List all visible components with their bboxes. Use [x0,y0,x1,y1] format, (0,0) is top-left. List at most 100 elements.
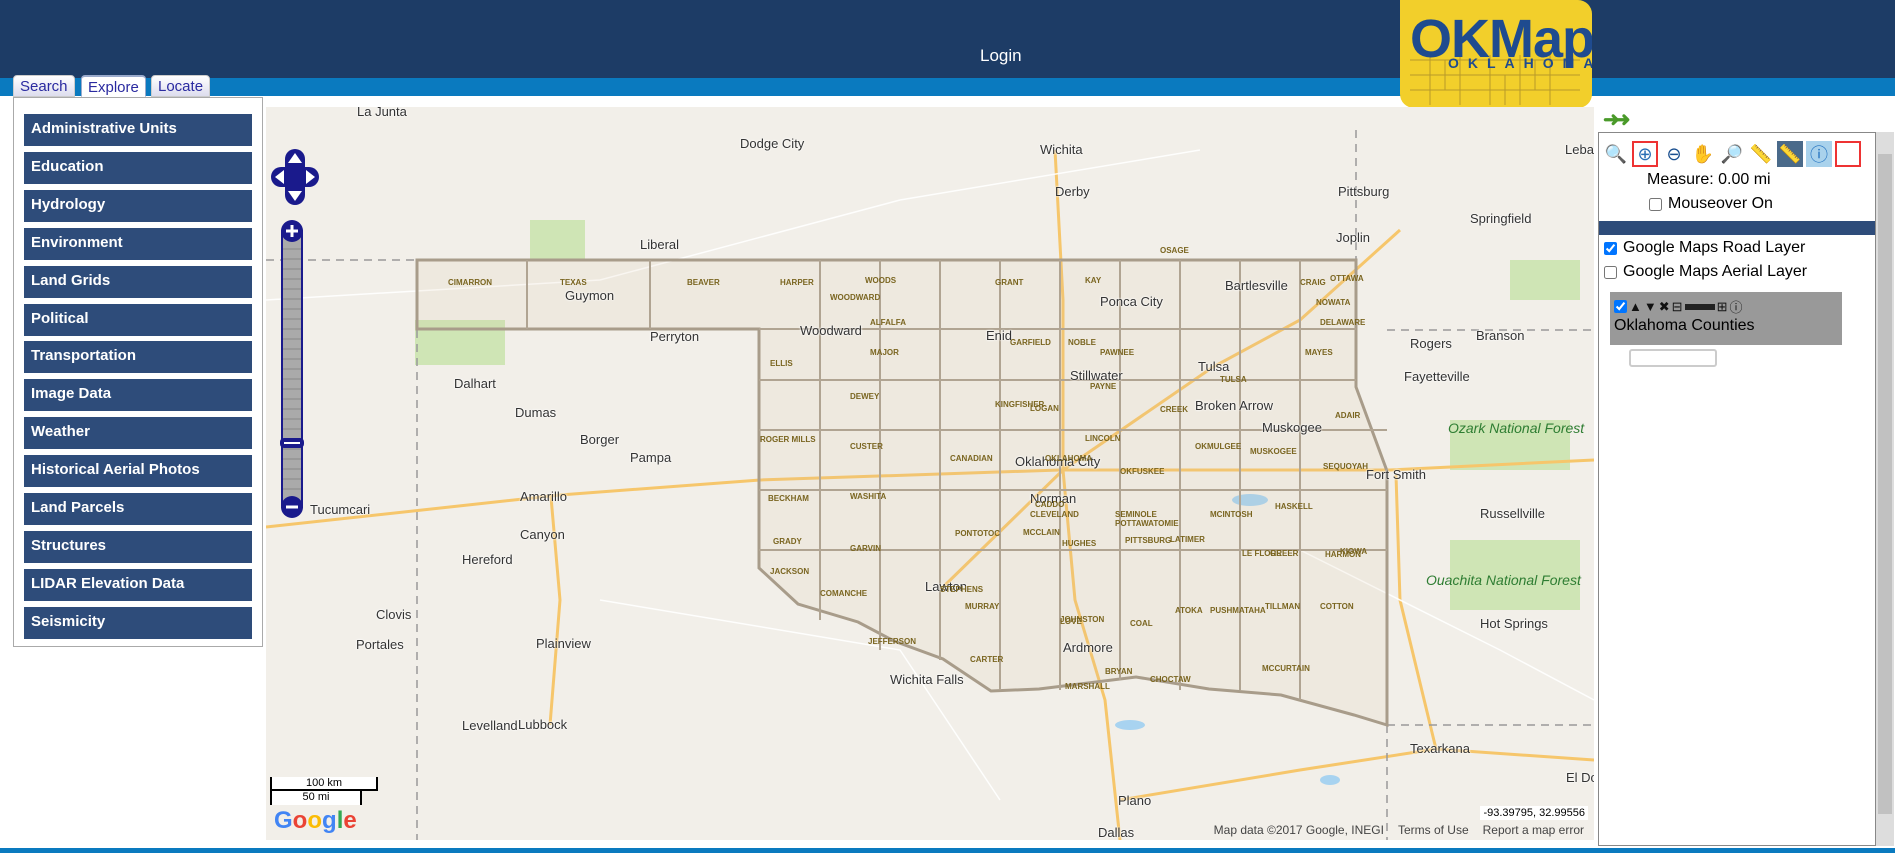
category-land-parcels[interactable]: Land Parcels [24,493,252,525]
county-label: ELLIS [770,359,793,368]
overlay-legend-box [1629,349,1717,367]
opacity-minus-icon[interactable]: ⊟ [1672,299,1683,315]
city-label: Tulsa [1198,359,1230,374]
county-label: HUGHES [1062,539,1097,548]
county-label: MAJOR [870,348,899,357]
county-label: KAY [1085,276,1102,285]
county-label: POTTAWATOMIE [1115,519,1179,528]
scale-km: 100 km [270,777,378,791]
pan-hand-icon[interactable]: ✋ [1690,141,1716,167]
panel-scrollbar[interactable] [1876,132,1894,846]
county-label: BECKHAM [768,494,809,503]
overlay-checkbox[interactable] [1614,300,1627,313]
county-label: GRANT [995,278,1024,287]
city-label: Joplin [1336,230,1370,245]
county-label: BRYAN [1105,667,1133,676]
county-label: TULSA [1220,375,1247,384]
expand-panel-arrows-icon[interactable]: ➜➜ [1603,107,1630,132]
county-label: JEFFERSON [868,637,917,646]
forest-label: Ouachita National Forest [1426,572,1581,588]
county-label: WOODWARD [830,293,881,302]
info-icon[interactable]: ⓘ [1806,141,1832,167]
tab-explore[interactable]: Explore [81,75,146,97]
toolbar: 🔍 ⊕ ⊖ ✋ 🔎 📏 📏 ⓘ [1603,141,1861,167]
category-structures[interactable]: Structures [24,530,252,563]
login-link[interactable]: Login [980,46,1022,66]
mouseover-toggle[interactable]: Mouseover On [1649,195,1773,213]
county-label: DELAWARE [1320,318,1366,327]
tab-search[interactable]: Search [13,75,75,97]
city-label: Woodward [800,323,862,338]
zoom-slider[interactable] [280,219,304,519]
remove-icon[interactable]: ✖ [1659,299,1670,315]
city-label: Muskogee [1262,420,1322,435]
category-transportation[interactable]: Transportation [24,341,252,374]
terms-of-use-link[interactable]: Terms of Use [1398,823,1469,837]
county-label: COMANCHE [820,589,868,598]
layer-google-road[interactable]: Google Maps Road Layer [1604,239,1805,257]
city-label: Russellville [1480,506,1546,521]
county-label: MCINTOSH [1210,510,1253,519]
city-label: Perryton [650,329,700,344]
zoom-full-icon[interactable]: 🔍 [1603,141,1629,167]
header-bar [0,0,1895,78]
opacity-slider[interactable] [1684,303,1715,310]
county-label: CLEVELAND [1030,510,1079,519]
city-label: Ponca City [1100,294,1163,309]
city-label: Plano [1118,793,1152,808]
tab-locate[interactable]: Locate [151,75,211,97]
zoom-out-icon[interactable]: ⊖ [1661,141,1687,167]
road-layer-checkbox[interactable] [1604,241,1617,255]
county-label: NOBLE [1068,338,1096,347]
scale-mi: 50 mi [270,791,362,805]
city-label: Wichita [1040,142,1083,157]
category-hydrology[interactable]: Hydrology [24,189,252,222]
road-layer-label: Google Maps Road Layer [1623,239,1806,256]
panel-divider [1599,221,1875,235]
category-environment[interactable]: Environment [24,227,252,260]
category-image-data[interactable]: Image Data [24,379,252,412]
city-label: Springfield [1470,211,1532,226]
category-land-grids[interactable]: Land Grids [24,265,252,298]
county-label: LATIMER [1170,535,1205,544]
city-label: Clovis [376,607,412,622]
layer-info-icon[interactable]: ⓘ [1729,297,1742,316]
county-label: HARMON [1325,550,1361,559]
city-label: Fort Smith [1366,467,1426,482]
city-label: Lebanon [1565,142,1594,157]
city-label: Dodge City [740,136,805,151]
city-label: Hot Springs [1480,616,1548,631]
report-error-link[interactable]: Report a map error [1483,823,1584,837]
select-box-icon[interactable] [1835,141,1861,167]
county-label: OTTAWA [1330,274,1364,283]
city-label: Pittsburg [1338,184,1390,199]
county-label: LINCOLN [1085,434,1121,443]
scrollbar-thumb[interactable] [1878,154,1892,814]
layer-google-aerial[interactable]: Google Maps Aerial Layer [1604,263,1807,281]
category-historical-aerial-photos[interactable]: Historical Aerial Photos [24,455,252,488]
zoom-previous-icon[interactable]: 🔎 [1719,141,1745,167]
header-stripe [0,78,1895,96]
city-label: Lubbock [518,717,568,732]
aerial-layer-checkbox[interactable] [1604,265,1617,279]
county-label: LOGAN [1030,404,1059,413]
zoom-in-box-icon[interactable]: ⊕ [1632,141,1658,167]
category-seismicity[interactable]: Seismicity [24,606,252,639]
map-view[interactable]: La Junta Dodge City Wichita Derby Pittsburg S… [266,107,1594,840]
google-logo[interactable]: Google [274,807,357,835]
category-administrative-units[interactable]: Administrative Units [24,114,252,146]
layers-panel: 🔍 ⊕ ⊖ ✋ 🔎 📏 📏 ⓘ Measure: 0.00 mi Mouseov… [1598,132,1876,846]
category-weather[interactable]: Weather [24,417,252,450]
move-up-icon[interactable]: ▲ [1629,299,1642,314]
opacity-plus-icon[interactable]: ⊞ [1717,299,1728,315]
move-down-icon[interactable]: ▼ [1644,299,1657,314]
okmaps-logo[interactable]: OKMaps OKLAHOMA [1400,0,1592,108]
measure-ruler-icon[interactable]: 📏 [1748,141,1774,167]
mouseover-checkbox[interactable] [1649,197,1662,211]
category-education[interactable]: Education [24,151,252,184]
measure-area-icon[interactable]: 📏 [1777,141,1803,167]
category-political[interactable]: Political [24,303,252,336]
city-label: Stillwater [1070,368,1123,383]
category-lidar-elevation-data[interactable]: LIDAR Elevation Data [24,568,252,601]
pan-control[interactable] [271,149,319,205]
